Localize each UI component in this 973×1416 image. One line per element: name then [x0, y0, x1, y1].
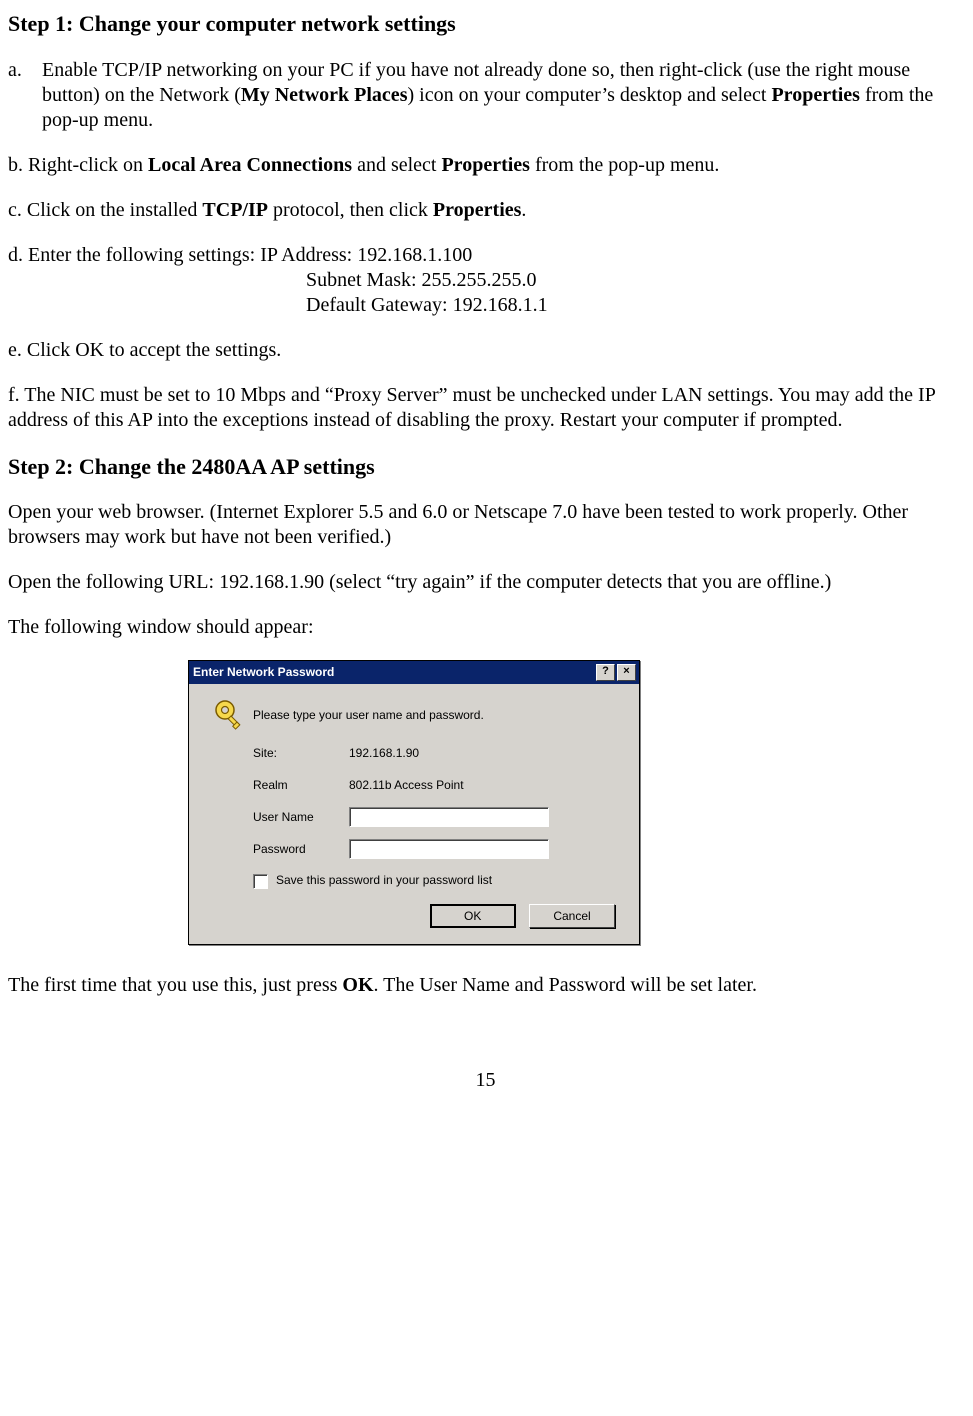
realm-value: 802.11b Access Point	[349, 778, 621, 793]
step2-p3: The following window should appear:	[8, 615, 963, 640]
step1-item-d: d. Enter the following settings: IP Addr…	[8, 243, 963, 318]
bold-text: OK	[342, 974, 373, 996]
text: The first time that you use this, just p…	[8, 974, 342, 996]
prompt-text: Please type your user name and password.	[253, 708, 621, 723]
save-password-checkbox[interactable]	[253, 874, 268, 889]
prompt-row: Please type your user name and password.	[207, 698, 621, 732]
settings-line-ip: d. Enter the following settings: IP Addr…	[8, 243, 963, 268]
text: protocol, then click	[268, 199, 433, 221]
site-label: Site:	[253, 746, 349, 761]
save-password-row: Save this password in your password list	[207, 870, 621, 892]
help-icon[interactable]: ?	[596, 664, 615, 681]
username-row: User Name	[207, 806, 621, 828]
site-value: 192.168.1.90	[349, 746, 621, 761]
password-label: Password	[253, 842, 349, 857]
ok-button[interactable]: OK	[430, 904, 516, 928]
site-row: Site: 192.168.1.90	[207, 742, 621, 764]
step1-item-c: c. Click on the installed TCP/IP protoco…	[8, 198, 963, 223]
dialog-title: Enter Network Password	[193, 665, 594, 680]
key-icon	[207, 698, 253, 732]
password-dialog: Enter Network Password ? × Please type y…	[188, 660, 640, 945]
text: .	[521, 199, 526, 221]
step2-after-dialog: The first time that you use this, just p…	[8, 973, 963, 998]
username-field[interactable]	[349, 807, 549, 827]
bold-text: Properties	[433, 199, 522, 221]
dialog-titlebar[interactable]: Enter Network Password ? ×	[189, 661, 639, 684]
step1-item-e: e. Click OK to accept the settings.	[8, 338, 963, 363]
settings-line-mask: Subnet Mask: 255.255.255.0	[8, 268, 963, 293]
text: ) icon on your computer’s desktop and se…	[407, 84, 771, 106]
dialog-body: Please type your user name and password.…	[189, 684, 639, 944]
bold-text: Properties	[441, 154, 530, 176]
bold-text: Properties	[771, 84, 860, 106]
step1-item-a: a.Enable TCP/IP networking on your PC if…	[8, 58, 963, 133]
text: b. Right-click on	[8, 154, 148, 176]
text: from the pop-up menu.	[530, 154, 719, 176]
step1-item-b: b. Right-click on Local Area Connections…	[8, 153, 963, 178]
list-marker-a: a.	[8, 58, 42, 83]
close-icon[interactable]: ×	[617, 664, 636, 681]
step1-item-f: f. The NIC must be set to 10 Mbps and “P…	[8, 383, 963, 433]
realm-row: Realm 802.11b Access Point	[207, 774, 621, 796]
password-field[interactable]	[349, 839, 549, 859]
text: c. Click on the installed	[8, 199, 202, 221]
text: . The User Name and Password will be set…	[374, 974, 757, 996]
step2-p1: Open your web browser. (Internet Explore…	[8, 500, 963, 550]
page-number: 15	[8, 1068, 963, 1093]
text: and select	[352, 154, 441, 176]
realm-label: Realm	[253, 778, 349, 793]
dialog-button-row: OK Cancel	[207, 904, 621, 928]
username-label: User Name	[253, 810, 349, 825]
password-row: Password	[207, 838, 621, 860]
step2-heading: Step 2: Change the 2480AA AP settings	[8, 453, 963, 481]
bold-text: Local Area Connections	[148, 154, 352, 176]
save-password-label: Save this password in your password list	[276, 873, 492, 887]
step2-p2: Open the following URL: 192.168.1.90 (se…	[8, 570, 963, 595]
step1-heading: Step 1: Change your computer network set…	[8, 10, 963, 38]
bold-text: TCP/IP	[202, 199, 268, 221]
settings-line-gateway: Default Gateway: 192.168.1.1	[8, 293, 963, 318]
cancel-button[interactable]: Cancel	[529, 904, 615, 928]
dialog-container: Enter Network Password ? × Please type y…	[8, 660, 963, 945]
bold-text: My Network Places	[241, 84, 408, 106]
